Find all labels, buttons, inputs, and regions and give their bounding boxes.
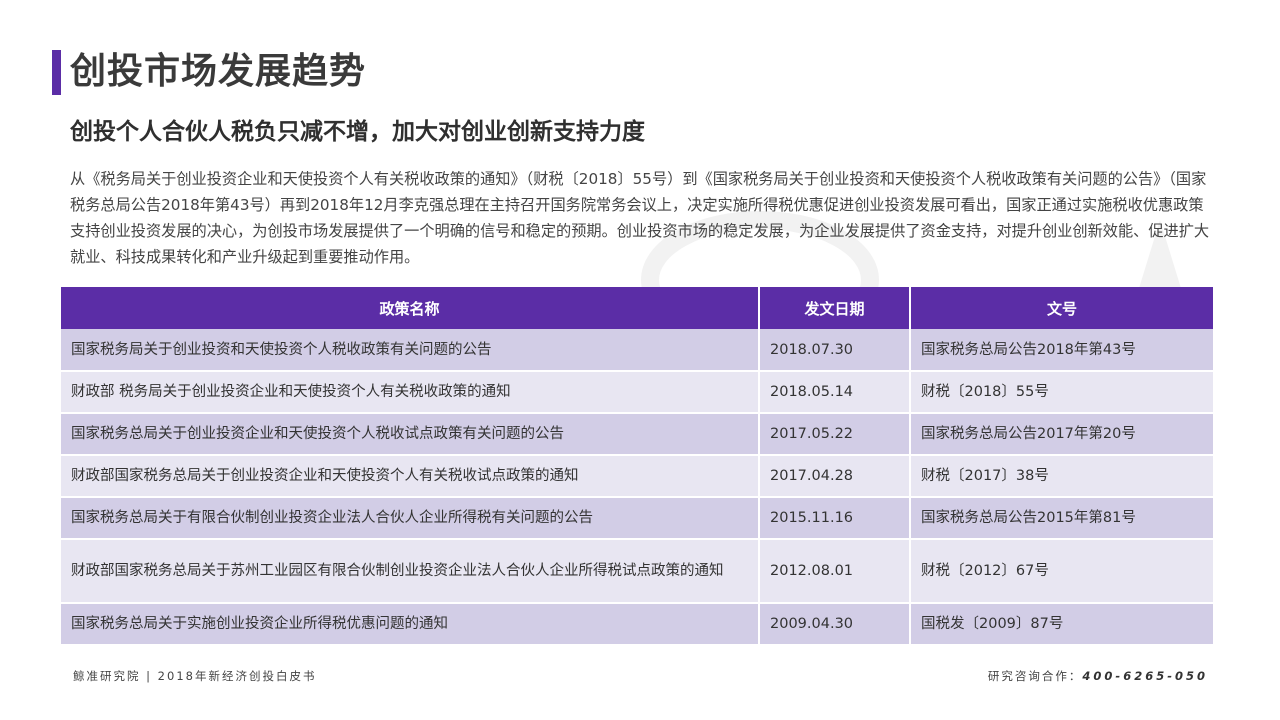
page-subtitle: 创投个人合伙人税负只减不增，加大对创业创新支持力度 bbox=[70, 119, 645, 145]
policy-name-cell: 国家税务总局关于实施创业投资企业所得税优惠问题的通知 bbox=[61, 603, 760, 646]
table-row: 财政部国家税务总局关于创业投资企业和天使投资个人有关税收试点政策的通知 2017… bbox=[61, 455, 1213, 498]
table-row: 财政部 税务局关于创业投资企业和天使投资个人有关税收政策的通知 2018.05.… bbox=[61, 371, 1213, 414]
document-number-cell: 财税〔2012〕67号 bbox=[910, 539, 1213, 604]
document-number-cell: 财税〔2017〕38号 bbox=[910, 455, 1213, 498]
document-number-cell: 国家税务总局公告2015年第81号 bbox=[910, 497, 1213, 540]
intro-paragraph: 从《税务局关于创业投资企业和天使投资个人有关税收政策的通知》（财税〔2018〕5… bbox=[70, 170, 1210, 266]
policy-name-cell: 财政部国家税务总局关于创业投资企业和天使投资个人有关税收试点政策的通知 bbox=[61, 455, 760, 498]
issue-date-cell: 2015.11.16 bbox=[759, 497, 911, 540]
table-header-row: 政策名称 发文日期 文号 bbox=[61, 287, 1213, 329]
table-row: 财政部国家税务总局关于苏州工业园区有限合伙制创业投资企业法人合伙人企业所得税试点… bbox=[61, 539, 1213, 604]
table-row: 国家税务总局关于实施创业投资企业所得税优惠问题的通知 2009.04.30 国税… bbox=[61, 603, 1213, 646]
footer-source: 鲸准研究院 | 2018年新经济创投白皮书 bbox=[73, 669, 317, 683]
contact-phone: 400-6265-050 bbox=[1082, 669, 1208, 683]
title-accent-bar bbox=[52, 50, 61, 95]
table-row: 国家税务总局关于有限合伙制创业投资企业法人合伙人企业所得税有关问题的公告 201… bbox=[61, 497, 1213, 540]
header-policy-name: 政策名称 bbox=[61, 287, 760, 329]
policy-name-cell: 财政部 税务局关于创业投资企业和天使投资个人有关税收政策的通知 bbox=[61, 371, 760, 414]
header-issue-date: 发文日期 bbox=[759, 287, 911, 329]
table-row: 国家税务总局关于创业投资企业和天使投资个人税收试点政策有关问题的公告 2017.… bbox=[61, 413, 1213, 456]
page-title: 创投市场发展趋势 bbox=[70, 51, 367, 92]
issue-date-cell: 2018.05.14 bbox=[759, 371, 911, 414]
policy-table: 政策名称 发文日期 文号 国家税务局关于创业投资和天使投资个人税收政策有关问题的… bbox=[61, 287, 1213, 646]
contact-label: 研究咨询合作： bbox=[987, 669, 1083, 683]
document-number-cell: 国家税务总局公告2017年第20号 bbox=[910, 413, 1213, 456]
policy-name-cell: 国家税务局关于创业投资和天使投资个人税收政策有关问题的公告 bbox=[61, 329, 760, 372]
document-number-cell: 财税〔2018〕55号 bbox=[910, 371, 1213, 414]
header-document-number: 文号 bbox=[910, 287, 1213, 329]
policy-name-cell: 国家税务总局关于创业投资企业和天使投资个人税收试点政策有关问题的公告 bbox=[61, 413, 760, 456]
issue-date-cell: 2012.08.01 bbox=[759, 539, 911, 604]
policy-name-cell: 财政部国家税务总局关于苏州工业园区有限合伙制创业投资企业法人合伙人企业所得税试点… bbox=[61, 539, 760, 604]
issue-date-cell: 2009.04.30 bbox=[759, 603, 911, 646]
document-number-cell: 国税发〔2009〕87号 bbox=[910, 603, 1213, 646]
document-number-cell: 国家税务总局公告2018年第43号 bbox=[910, 329, 1213, 372]
issue-date-cell: 2018.07.30 bbox=[759, 329, 911, 372]
table-row: 国家税务局关于创业投资和天使投资个人税收政策有关问题的公告 2018.07.30… bbox=[61, 329, 1213, 372]
policy-name-cell: 国家税务总局关于有限合伙制创业投资企业法人合伙人企业所得税有关问题的公告 bbox=[61, 497, 760, 540]
issue-date-cell: 2017.04.28 bbox=[759, 455, 911, 498]
issue-date-cell: 2017.05.22 bbox=[759, 413, 911, 456]
footer-contact: 研究咨询合作：400-6265-050 bbox=[988, 668, 1208, 684]
